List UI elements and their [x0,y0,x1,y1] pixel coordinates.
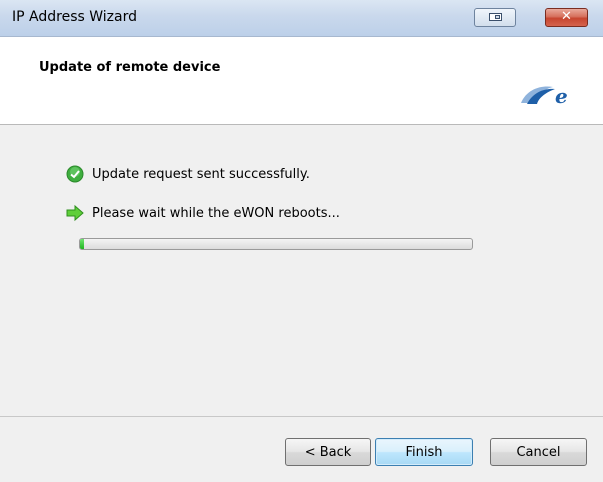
progress-fill [80,239,84,249]
back-button[interactable]: < Back [285,438,371,466]
ewon-logo: e [521,84,568,105]
progress-bar [79,238,473,250]
close-button[interactable]: ✕ [545,8,588,27]
wizard-header: Update of remote device [0,37,603,125]
restore-button[interactable] [474,8,516,27]
cancel-button[interactable]: Cancel [490,438,587,466]
window-title: IP Address Wizard [12,9,137,25]
svg-text:e: e [555,84,568,105]
status-success-text: Update request sent successfully. [92,166,310,182]
green-arrow-icon [66,204,84,222]
close-icon: ✕ [561,9,572,24]
check-circle-icon [66,165,84,183]
restore-icon [489,13,502,21]
status-wait-row: Please wait while the eWON reboots... [66,203,340,223]
title-bar: IP Address Wizard ✕ [0,0,603,37]
page-title: Update of remote device [39,60,221,75]
status-wait-text: Please wait while the eWON reboots... [92,205,340,221]
status-success-row: Update request sent successfully. [66,164,310,184]
finish-button[interactable]: Finish [375,438,473,466]
